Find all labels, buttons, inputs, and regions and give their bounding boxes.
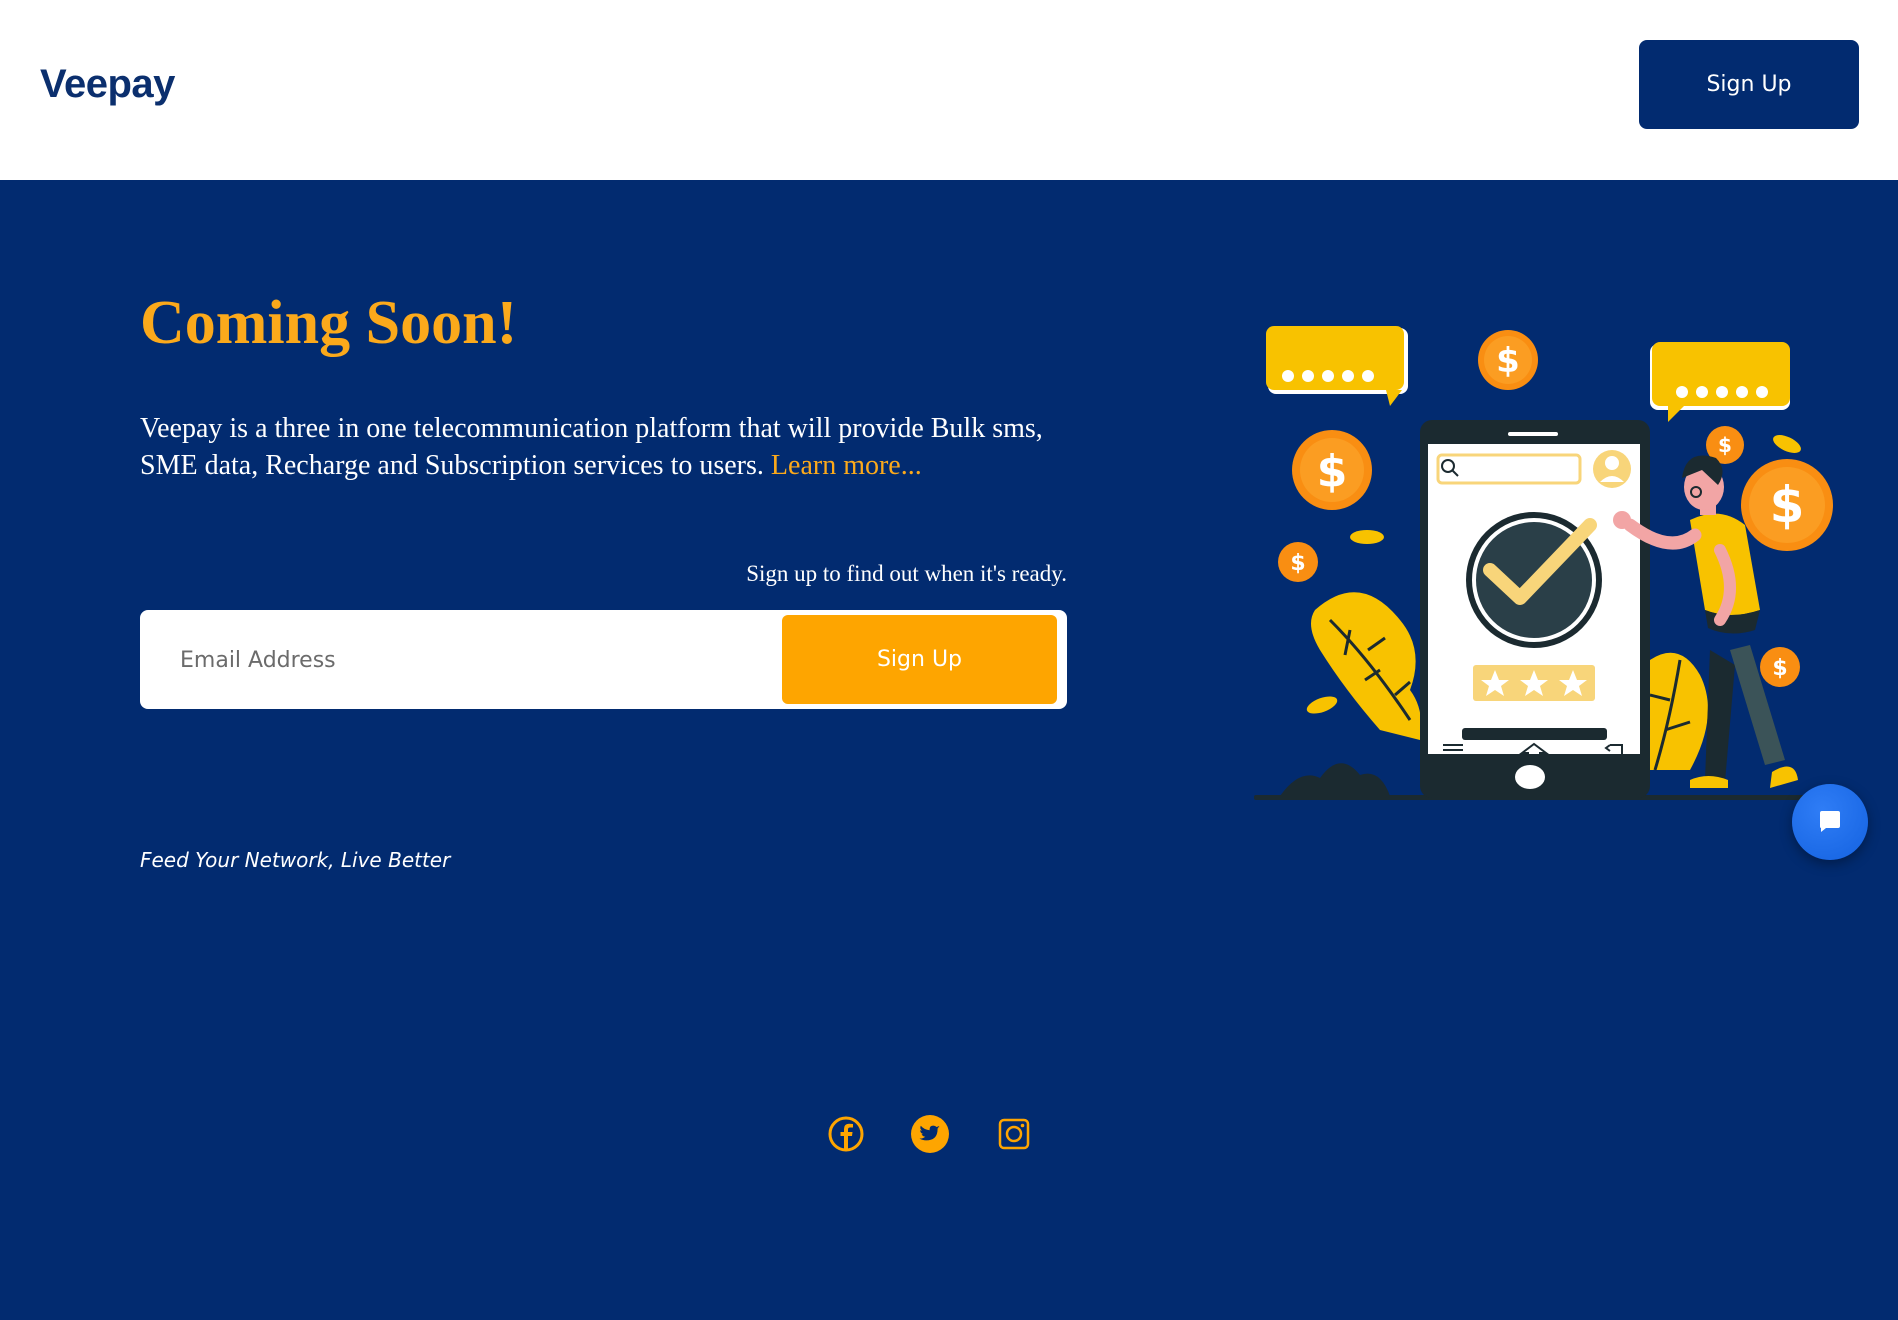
hero-description: Veepay is a three in one telecommunicati… bbox=[140, 410, 1080, 484]
svg-text:$: $ bbox=[1770, 476, 1805, 534]
twitter-icon[interactable] bbox=[910, 1114, 950, 1154]
tagline: Feed Your Network, Live Better bbox=[140, 848, 451, 872]
facebook-icon[interactable] bbox=[826, 1114, 866, 1154]
social-links bbox=[826, 1114, 1032, 1154]
hero-title: Coming Soon! bbox=[140, 289, 518, 357]
svg-text:$: $ bbox=[1718, 433, 1732, 457]
email-signup-form: Sign Up bbox=[140, 610, 1067, 709]
chat-bubble-icon bbox=[1820, 811, 1840, 832]
svg-text:$: $ bbox=[1317, 446, 1348, 497]
top-navbar: Veepay Sign Up bbox=[0, 0, 1898, 180]
learn-more-link[interactable]: Learn more... bbox=[771, 450, 922, 481]
email-signup-button[interactable]: Sign Up bbox=[782, 615, 1057, 704]
header-signup-button[interactable]: Sign Up bbox=[1639, 40, 1859, 129]
veepay-logo[interactable]: Veepay bbox=[40, 62, 175, 106]
phone-payment-illustration: $ $ $ $ $ $ bbox=[1254, 326, 1833, 800]
svg-text:$: $ bbox=[1772, 656, 1787, 681]
logo-text: Veepay bbox=[40, 61, 175, 106]
svg-text:$: $ bbox=[1290, 551, 1305, 576]
svg-text:$: $ bbox=[1496, 341, 1520, 381]
signup-hint: Sign up to find out when it's ready. bbox=[746, 561, 1067, 586]
chat-widget-button[interactable] bbox=[1792, 784, 1868, 860]
instagram-icon[interactable] bbox=[994, 1114, 1034, 1154]
